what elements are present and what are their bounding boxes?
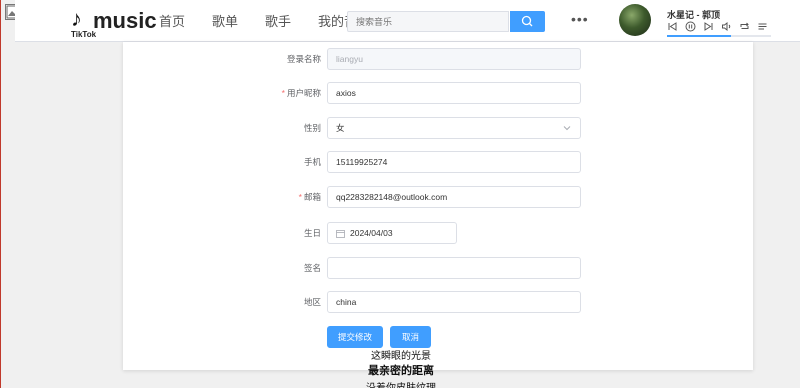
form-row-nickname: * 用户昵称 axios [123,82,753,104]
birthday-value: 2024/04/03 [350,228,393,238]
email-label-text: 邮箱 [303,192,321,202]
nav-home[interactable]: 首页 [159,14,185,30]
logo-text: music [93,8,157,33]
nav-artists[interactable]: 歌手 [265,14,291,30]
form-actions: 提交修改 取消 [123,326,753,348]
form-row-birthday: 生日 2024/04/03 [123,222,753,244]
submit-button[interactable]: 提交修改 [327,326,383,348]
playlist-icon[interactable] [757,21,768,32]
nickname-label: * 用户昵称 [282,86,321,100]
phone-label: 手机 [303,157,321,167]
album-cover[interactable] [619,4,651,36]
song-progress-fill [667,35,732,37]
signature-label: 签名 [303,263,321,273]
login-name-label: 登录名称 [286,54,321,64]
signature-field[interactable] [327,257,581,279]
phone-field[interactable]: 15119925274 [327,151,581,173]
player-controls [667,21,768,32]
cancel-button[interactable]: 取消 [390,326,431,348]
form-row-email: * 邮箱 qq2283282148@outlook.com [123,186,753,208]
search-button[interactable] [510,11,545,32]
chevron-down-icon [563,126,571,131]
calendar-icon [336,230,345,238]
tiktok-icon: ♪ [71,6,82,31]
required-mark: * [281,88,285,98]
search-icon [521,15,533,27]
app-frame: ♪ music TikTok 首页 歌单 歌手 我的音乐 ••• 水星记 - 郭… [0,0,800,388]
mini-player: 水星记 - 郭顶 [615,0,787,42]
lyric-previous: 这瞬眼的光景 [371,351,431,362]
region-field[interactable]: china [327,291,581,313]
form-row-gender: 性别 女 [123,117,753,139]
search-input[interactable] [347,11,509,32]
nickname-field[interactable]: axios [327,82,581,104]
form-row-phone: 手机 15119925274 [123,151,753,173]
logo[interactable]: ♪ music TikTok [71,8,161,40]
form-row-signature: 签名 [123,257,753,279]
birthday-label: 生日 [303,228,321,238]
login-name-field: liangyu [327,48,581,70]
email-label: * 邮箱 [299,190,321,204]
birthday-date-picker[interactable]: 2024/04/03 [327,222,457,244]
volume-icon[interactable] [721,21,732,32]
form-row-region: 地区 china [123,291,753,313]
gender-select[interactable]: 女 [327,117,581,139]
region-label: 地区 [303,297,321,307]
lyric-next: 沿着你皮肤纹理 [1,379,800,388]
next-icon[interactable] [703,21,714,32]
gender-label: 性别 [303,123,321,133]
email-field[interactable]: qq2283282148@outlook.com [327,186,581,208]
previous-icon[interactable] [667,21,678,32]
pause-icon[interactable] [685,21,696,32]
gender-value: 女 [336,123,345,133]
nav-playlists[interactable]: 歌单 [212,14,238,30]
song-progress-bar[interactable] [667,35,771,37]
more-icon[interactable]: ••• [571,11,589,27]
lyric-current: 最亲密的距离 [368,365,434,377]
loop-icon[interactable] [739,21,750,32]
song-title: 水星记 - 郭顶 [667,10,720,20]
required-mark: * [298,192,302,202]
logo-subtext: TikTok [71,30,97,39]
profile-form-card: 登录名称 liangyu * 用户昵称 axios 性别 女 手机 1511992… [123,42,753,370]
form-row-login-name: 登录名称 liangyu [123,48,753,70]
nickname-label-text: 用户昵称 [286,88,321,98]
